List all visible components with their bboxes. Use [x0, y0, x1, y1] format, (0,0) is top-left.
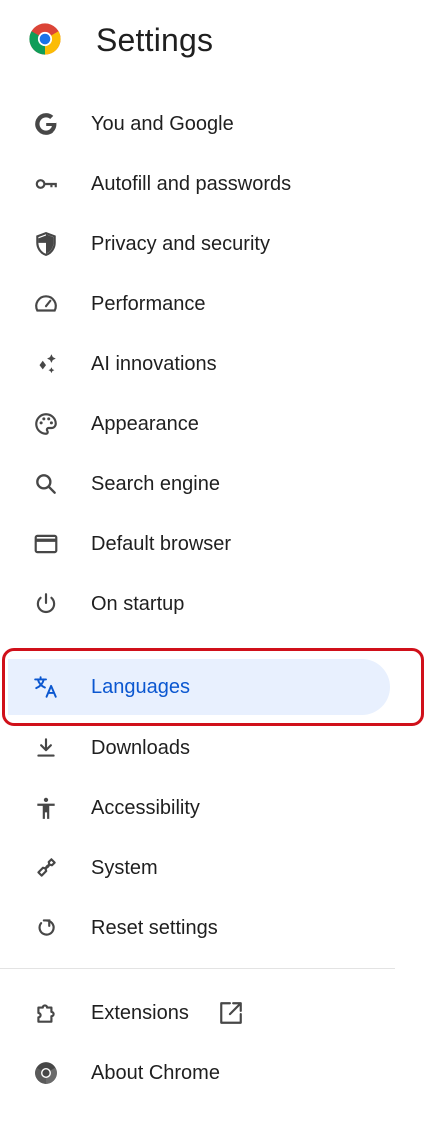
sidebar-item-privacy[interactable]: Privacy and security: [0, 216, 390, 272]
sidebar-item-label: AI innovations: [91, 352, 217, 375]
sidebar-item-performance[interactable]: Performance: [0, 276, 390, 332]
sidebar-divider: [0, 968, 395, 969]
chrome-logo-icon: [29, 23, 61, 55]
shield-icon: [30, 228, 62, 260]
palette-icon: [30, 408, 62, 440]
sidebar-item-you-and-google[interactable]: You and Google: [0, 96, 390, 152]
sidebar-item-label: Appearance: [91, 412, 199, 435]
sidebar-item-label: Privacy and security: [91, 232, 270, 255]
sidebar-item-label: Languages: [91, 675, 190, 698]
sidebar-item-autofill[interactable]: Autofill and passwords: [0, 156, 390, 212]
sidebar-item-label: System: [91, 856, 158, 879]
chrome-logo-icon: [30, 1057, 62, 1089]
sidebar-item-about-chrome[interactable]: About Chrome: [0, 1045, 390, 1101]
translate-icon: [30, 671, 62, 703]
sidebar-item-label: Autofill and passwords: [91, 172, 292, 195]
extension-puzzle-icon: [30, 997, 62, 1029]
sidebar-item-accessibility[interactable]: Accessibility: [0, 780, 390, 836]
sidebar-item-appearance[interactable]: Appearance: [0, 396, 390, 452]
sidebar-item-label: Reset settings: [91, 916, 218, 939]
speedometer-icon: [30, 288, 62, 320]
google-g-icon: [30, 108, 62, 140]
sidebar-item-extensions[interactable]: Extensions: [0, 985, 390, 1041]
sidebar-item-label: Accessibility: [91, 796, 200, 819]
sidebar-item-ai-innovations[interactable]: AI innovations: [0, 336, 390, 392]
sidebar-item-default-browser[interactable]: Default browser: [0, 516, 390, 572]
download-icon: [30, 732, 62, 764]
sidebar-item-label: Performance: [91, 292, 206, 315]
settings-header: Settings: [0, 0, 435, 80]
sidebar-item-label: You and Google: [91, 112, 234, 135]
sidebar-item-on-startup[interactable]: On startup: [0, 576, 390, 632]
sidebar-item-label: On startup: [91, 592, 185, 615]
sparkle-icon: [30, 348, 62, 380]
wrench-icon: [30, 852, 62, 884]
sidebar-item-label: About Chrome: [91, 1061, 220, 1084]
power-icon: [30, 588, 62, 620]
sidebar-item-label: Search engine: [91, 472, 220, 495]
sidebar-item-label: Downloads: [91, 736, 190, 759]
sidebar-item-search-engine[interactable]: Search engine: [0, 456, 390, 512]
browser-window-icon: [30, 528, 62, 560]
sidebar-item-system[interactable]: System: [0, 840, 390, 896]
accessibility-icon: [30, 792, 62, 824]
search-icon: [30, 468, 62, 500]
page-title: Settings: [96, 22, 214, 58]
sidebar-item-reset-settings[interactable]: Reset settings: [0, 900, 390, 956]
reset-icon: [30, 912, 62, 944]
sidebar-item-downloads[interactable]: Downloads: [0, 720, 390, 776]
open-in-new-icon[interactable]: [218, 1000, 244, 1026]
key-icon: [30, 168, 62, 200]
sidebar-item-languages[interactable]: Languages: [8, 659, 390, 715]
sidebar-item-label: Default browser: [91, 532, 232, 555]
sidebar-item-label: Extensions: [91, 1001, 189, 1024]
